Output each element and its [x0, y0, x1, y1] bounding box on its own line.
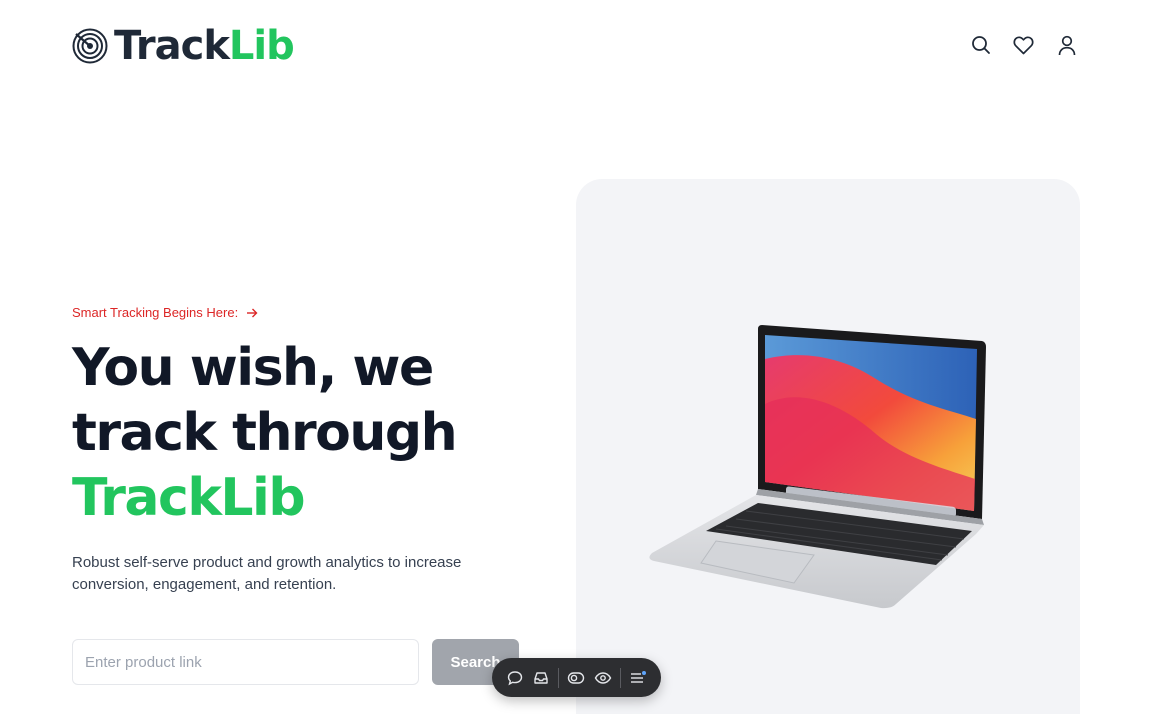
hero-image-card: [576, 179, 1080, 714]
search-icon[interactable]: [970, 34, 991, 56]
toolbar-divider: [619, 667, 621, 688]
product-link-input[interactable]: [72, 639, 419, 685]
logo-text-track: Track: [114, 23, 230, 69]
hero-description: Robust self-serve product and growth ana…: [72, 554, 462, 593]
toggle-icon[interactable]: [563, 664, 589, 692]
target-rings-icon: [72, 28, 108, 64]
logo[interactable]: TrackLib: [72, 22, 295, 70]
arrow-right-icon: [247, 308, 258, 317]
hero-headline: You wish, we track through TrackLib: [72, 336, 552, 531]
header-nav: [970, 34, 1077, 56]
eyebrow-tagline[interactable]: Smart Tracking Begins Here:: [72, 305, 258, 320]
site-header: TrackLib: [0, 0, 1151, 92]
headline-line-1: You wish, we: [72, 338, 434, 398]
comment-icon[interactable]: [502, 664, 528, 692]
toolbar-divider: [558, 667, 560, 688]
eye-icon[interactable]: [590, 664, 616, 692]
inbox-icon[interactable]: [528, 664, 554, 692]
logo-text: TrackLib: [114, 22, 295, 70]
headline-brand: TrackLib: [72, 468, 306, 528]
user-icon[interactable]: [1056, 34, 1077, 56]
laptop-image: [649, 325, 986, 609]
logo-text-lib: Lib: [228, 23, 295, 69]
menu-icon[interactable]: [625, 664, 651, 692]
eyebrow-text: Smart Tracking Begins Here:: [72, 305, 239, 320]
floating-toolbar: [492, 658, 661, 697]
headline-line-2: track through: [72, 403, 458, 463]
heart-icon[interactable]: [1013, 34, 1034, 56]
